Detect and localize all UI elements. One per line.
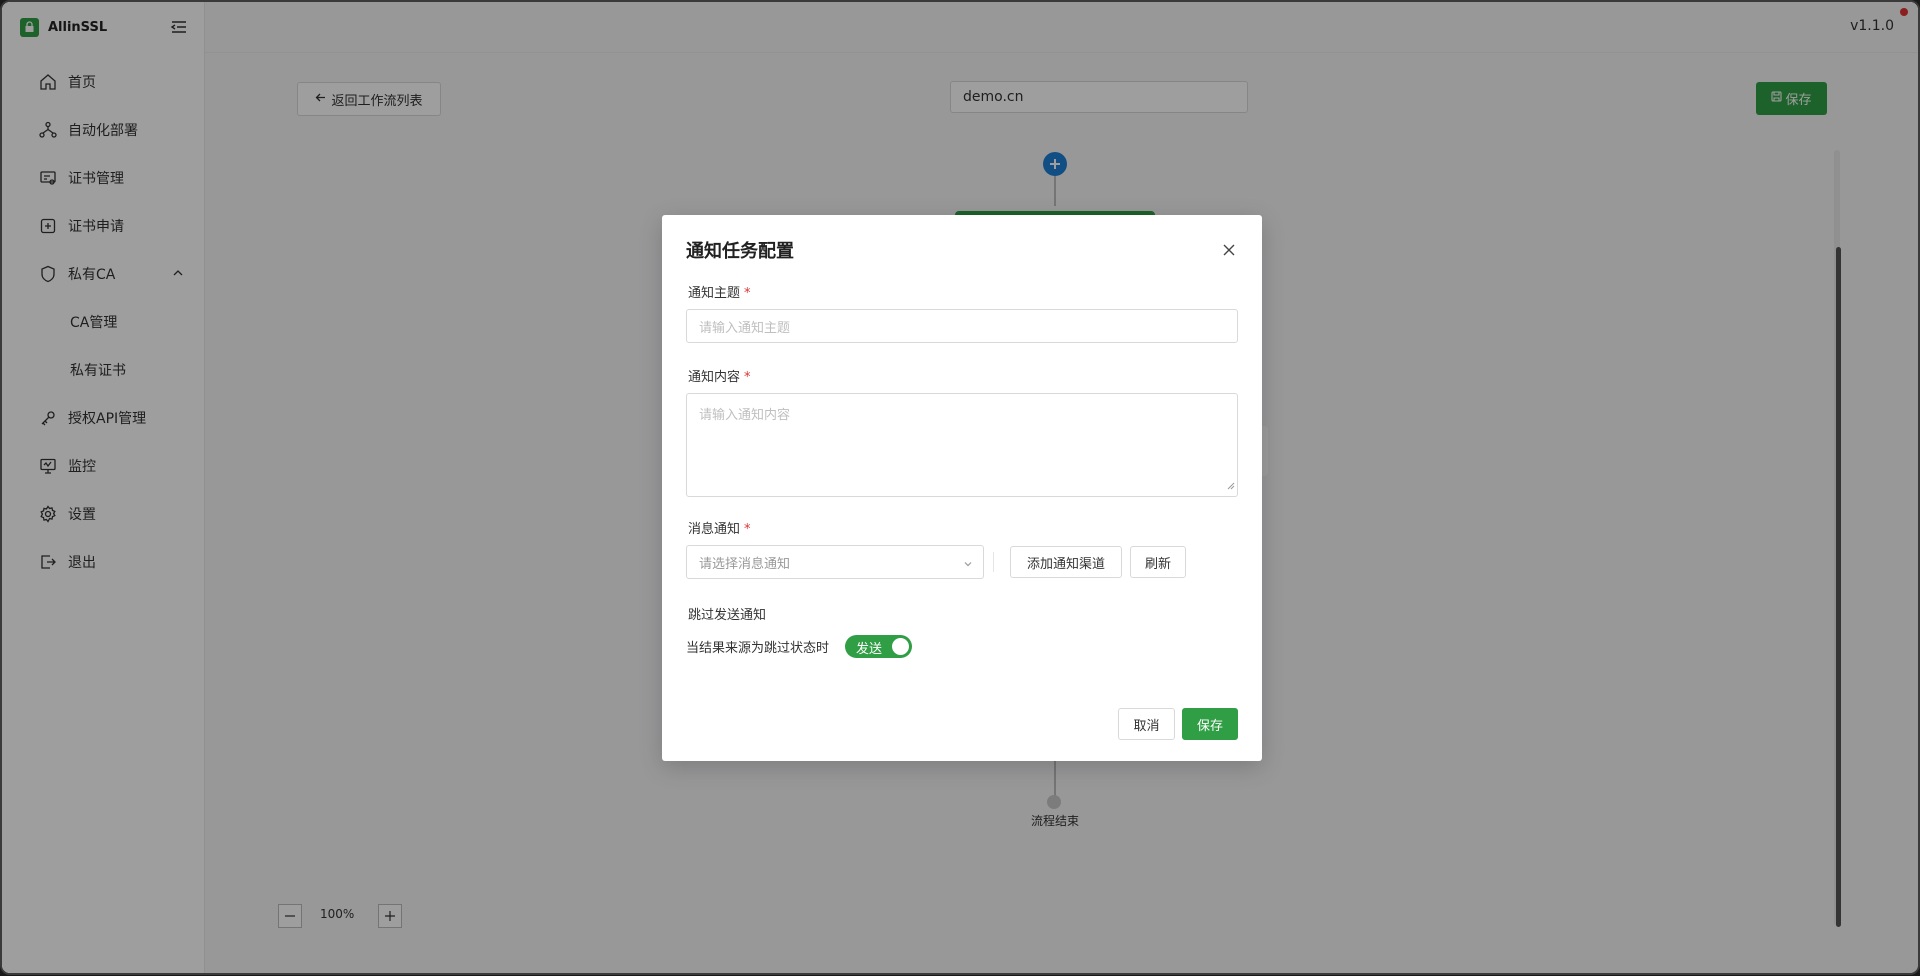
subject-label: 通知主题 * bbox=[688, 282, 751, 301]
content-textarea[interactable]: 请输入通知内容 bbox=[686, 393, 1238, 497]
save-label: 保存 bbox=[1196, 718, 1223, 734]
content-label-text: 通知内容 bbox=[688, 370, 741, 385]
required-mark: * bbox=[744, 286, 751, 301]
channel-placeholder: 请选择消息通知 bbox=[699, 556, 791, 572]
add-channel-label: 添加通知渠道 bbox=[1026, 556, 1105, 572]
content-label: 通知内容 * bbox=[688, 366, 751, 385]
notification-config-dialog: 通知任务配置 通知主题 * 请输入通知主题 通知内容 * 请输入通知内容 消息通知 *… bbox=[662, 215, 1262, 761]
cancel-label: 取消 bbox=[1133, 718, 1160, 734]
save-button[interactable]: 保存 bbox=[1182, 708, 1238, 740]
required-mark: * bbox=[744, 522, 751, 537]
add-channel-button[interactable]: 添加通知渠道 bbox=[1010, 546, 1122, 578]
content-placeholder: 请输入通知内容 bbox=[699, 408, 791, 423]
chevron-down-icon bbox=[963, 558, 973, 573]
dialog-title: 通知任务配置 bbox=[686, 241, 794, 262]
refresh-button[interactable]: 刷新 bbox=[1130, 546, 1186, 578]
skip-notify-desc: 当结果来源为跳过状态时 bbox=[686, 641, 830, 656]
resize-grip-icon[interactable] bbox=[1227, 479, 1235, 494]
cancel-button[interactable]: 取消 bbox=[1118, 708, 1175, 740]
subject-placeholder: 请输入通知主题 bbox=[699, 320, 791, 336]
channel-select[interactable]: 请选择消息通知 bbox=[686, 545, 984, 579]
send-toggle[interactable]: 发送 bbox=[845, 635, 912, 658]
required-mark: * bbox=[744, 370, 751, 385]
channel-label-text: 消息通知 bbox=[688, 522, 741, 537]
app-window: AllinSSL 首页 自动化部署 证书管理 证书申请 私有CA CA管理 私有… bbox=[0, 0, 1920, 975]
close-icon[interactable] bbox=[1217, 238, 1241, 262]
skip-notify-title: 跳过发送通知 bbox=[688, 608, 767, 623]
channel-label: 消息通知 * bbox=[688, 518, 751, 537]
toggle-knob bbox=[892, 638, 909, 655]
subject-input[interactable]: 请输入通知主题 bbox=[686, 309, 1238, 343]
subject-label-text: 通知主题 bbox=[688, 286, 741, 301]
divider bbox=[993, 552, 994, 572]
toggle-label: 发送 bbox=[856, 642, 883, 657]
refresh-label: 刷新 bbox=[1144, 556, 1171, 572]
